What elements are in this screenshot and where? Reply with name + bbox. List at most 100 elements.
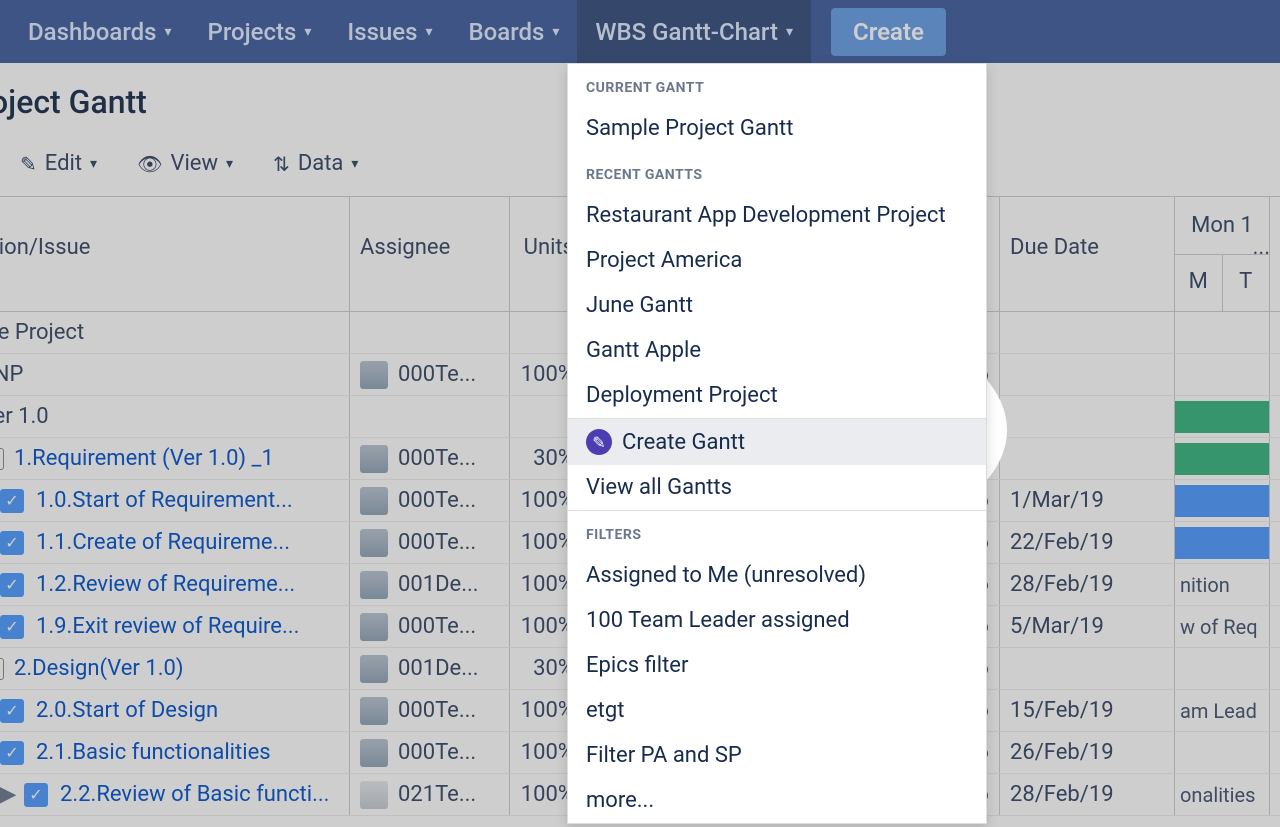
chevron-down-icon: ▾ bbox=[425, 24, 432, 40]
nav-label: Issues bbox=[347, 18, 417, 46]
gear-icon: ⚙ bbox=[0, 658, 4, 680]
cell-gantt-bar bbox=[1175, 648, 1270, 689]
nav-issues[interactable]: Issues ▾ bbox=[329, 0, 450, 63]
toolbar-label: View bbox=[170, 151, 218, 176]
dropdown-section-current: CURRENT GANTT bbox=[568, 64, 986, 106]
checkbox-icon: ✓ bbox=[0, 573, 24, 597]
sort-icon: ⇅ bbox=[273, 152, 290, 176]
nav-label: Boards bbox=[469, 18, 545, 46]
dropdown-filter-item[interactable]: more... bbox=[568, 778, 986, 823]
version-text: KNP bbox=[0, 362, 23, 387]
cell-gantt-bar bbox=[1175, 312, 1270, 353]
avatar bbox=[360, 571, 388, 599]
checkbox-icon: ✓ bbox=[24, 783, 48, 807]
cell-due-date: 26/Feb/19 bbox=[1000, 732, 1175, 773]
eye-icon: 👁 bbox=[137, 152, 162, 176]
gantt-bar bbox=[1175, 443, 1269, 475]
dropdown-create-gantt[interactable]: ✎ Create Gantt bbox=[568, 419, 986, 465]
nav-dashboards[interactable]: Dashboards▾ bbox=[10, 0, 190, 63]
chevron-down-icon: ▾ bbox=[786, 24, 793, 40]
dropdown-current-gantt[interactable]: Sample Project Gantt bbox=[568, 106, 986, 151]
dropdown-filter-item[interactable]: Epics filter bbox=[568, 643, 986, 688]
col-pct-label: ... bbox=[1253, 235, 1270, 260]
chevron-down-icon: ▾ bbox=[90, 156, 97, 172]
cell-version[interactable]: KNP bbox=[0, 354, 350, 395]
cell-assignee bbox=[350, 312, 510, 353]
nav-projects[interactable]: Projects ▾ bbox=[190, 0, 330, 63]
checkbox-icon: ✓ bbox=[0, 699, 24, 723]
bar-text: am Lead bbox=[1180, 699, 1257, 723]
top-navigation: Dashboards▾ Projects▾ Issues▾ Boards▾ WB… bbox=[0, 0, 1280, 63]
nav-label: Projects bbox=[208, 18, 297, 46]
view-button[interactable]: 👁 View ▾ bbox=[137, 151, 233, 176]
checkbox-icon: ✓ bbox=[0, 615, 24, 639]
assignee-text: 001De... bbox=[398, 656, 479, 681]
cell-assignee: 000Te... bbox=[350, 732, 510, 773]
cell-gantt-bar bbox=[1175, 732, 1270, 773]
toolbar-label: Data bbox=[298, 151, 344, 176]
cell-version[interactable]: ✓2.1.Basic functionalities bbox=[0, 732, 350, 773]
dropdown-recent-item[interactable]: Restaurant App Development Project bbox=[568, 193, 986, 238]
chevron-down-icon: ▾ bbox=[304, 24, 311, 40]
dropdown-section-filters: FILTERS bbox=[568, 511, 986, 553]
assignee-text: 000Te... bbox=[398, 740, 476, 765]
assignee-text: 000Te... bbox=[398, 446, 476, 471]
version-text: 2.1.Basic functionalities bbox=[36, 740, 271, 765]
dropdown-view-all[interactable]: View all Gantts bbox=[568, 465, 986, 510]
cell-version[interactable]: ✓1.1.Create of Requireme... bbox=[0, 522, 350, 563]
dropdown-recent-item[interactable]: Gantt Apple bbox=[568, 328, 986, 373]
gantt-bar bbox=[1175, 401, 1269, 433]
cell-assignee: 021Te... bbox=[350, 774, 510, 815]
cell-version[interactable]: Ver 1.0 bbox=[0, 396, 350, 437]
toolbar-label: Edit bbox=[45, 151, 82, 176]
dropdown-recent-item[interactable]: Project America bbox=[568, 238, 986, 283]
cell-assignee bbox=[350, 396, 510, 437]
cell-due-date: 15/Feb/19 bbox=[1000, 690, 1175, 731]
cell-version[interactable]: ✓1.9.Exit review of Require... bbox=[0, 606, 350, 647]
cell-version[interactable]: ✓1.0.Start of Requirement... bbox=[0, 480, 350, 521]
cell-version[interactable]: ⚙1.Requirement (Ver 1.0) _1 bbox=[0, 438, 350, 479]
bar-text: nition bbox=[1180, 573, 1230, 597]
cell-gantt-bar bbox=[1175, 480, 1270, 521]
assignee-text: 021Te... bbox=[398, 782, 476, 807]
cell-due-date: 28/Feb/19 bbox=[1000, 564, 1175, 605]
nav-boards[interactable]: Boards▾ bbox=[451, 0, 578, 63]
cell-gantt-bar: nition bbox=[1175, 564, 1270, 605]
col-version[interactable]: rsion/Issue bbox=[0, 197, 350, 311]
assignee-text: 000Te... bbox=[398, 614, 476, 639]
version-text: ple Project bbox=[0, 320, 84, 345]
chevron-down-icon: ▾ bbox=[226, 156, 233, 172]
cell-gantt-bar bbox=[1175, 522, 1270, 563]
edit-button[interactable]: ✎Edit▾ bbox=[20, 151, 97, 176]
cell-due-date bbox=[1000, 648, 1175, 689]
avatar bbox=[360, 697, 388, 725]
avatar bbox=[360, 613, 388, 641]
col-due[interactable]: Due Date bbox=[1000, 197, 1175, 311]
dropdown-recent-item[interactable]: June Gantt bbox=[568, 283, 986, 328]
nav-wbs-gantt[interactable]: WBS Gantt-Chart▾ bbox=[577, 0, 811, 63]
cell-version[interactable]: ✓2.0.Start of Design bbox=[0, 690, 350, 731]
cell-gantt-bar bbox=[1175, 354, 1270, 395]
date-subheader: M T bbox=[1175, 255, 1269, 311]
dropdown-filter-item[interactable]: Assigned to Me (unresolved) bbox=[568, 553, 986, 598]
cell-version[interactable]: ▶✓2.2.Review of Basic functi... bbox=[0, 774, 350, 815]
cell-version[interactable]: ✓1.2.Review of Requireme... bbox=[0, 564, 350, 605]
cell-due-date: 1/Mar/19 bbox=[1000, 480, 1175, 521]
expand-icon[interactable]: ▶ bbox=[0, 787, 16, 803]
dropdown-filter-item[interactable]: 100 Team Leader assigned bbox=[568, 598, 986, 643]
dropdown-filter-item[interactable]: Filter PA and SP bbox=[568, 733, 986, 778]
create-gantt-icon: ✎ bbox=[586, 429, 612, 455]
data-button[interactable]: ⇅Data▾ bbox=[273, 151, 358, 176]
dropdown-recent-item[interactable]: Deployment Project bbox=[568, 373, 986, 418]
col-assignee[interactable]: Assignee bbox=[350, 197, 510, 311]
checkbox-icon: ✓ bbox=[0, 489, 24, 513]
cell-due-date bbox=[1000, 438, 1175, 479]
cell-assignee: 000Te... bbox=[350, 606, 510, 647]
cell-version[interactable]: ⚙2.Design(Ver 1.0) bbox=[0, 648, 350, 689]
assignee-text: 001De... bbox=[398, 572, 479, 597]
cell-version[interactable]: ple Project bbox=[0, 312, 350, 353]
dropdown-filter-item[interactable]: etgt bbox=[568, 688, 986, 733]
create-button[interactable]: Create bbox=[831, 8, 946, 56]
assignee-text: 000Te... bbox=[398, 698, 476, 723]
avatar bbox=[360, 781, 388, 809]
